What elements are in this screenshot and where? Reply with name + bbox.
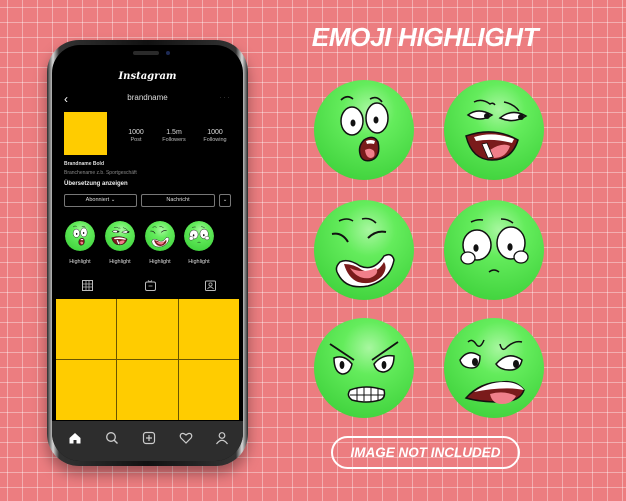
sad-face-emoji-icon: [444, 200, 544, 300]
profile-tabs: [52, 280, 243, 294]
more-options-icon[interactable]: ···: [219, 92, 231, 102]
post-thumbnail[interactable]: [56, 299, 117, 359]
message-button[interactable]: Nachricht: [141, 194, 215, 207]
search-icon[interactable]: [105, 431, 119, 445]
highlight-item[interactable]: Highlight: [144, 221, 176, 265]
phone-screen: Instagram ‹ brandname ··· 1000 Post 1.5m…: [52, 45, 243, 461]
post-thumbnail[interactable]: [117, 360, 178, 420]
reels-icon[interactable]: [145, 280, 156, 291]
profile-avatar[interactable]: [64, 112, 107, 155]
shocked-face-emoji-icon: [314, 80, 414, 180]
highlight-laughing-face-icon: [145, 221, 175, 251]
tagged-icon[interactable]: [205, 280, 216, 291]
add-post-icon[interactable]: [142, 431, 156, 445]
angry-face-emoji-icon: [314, 318, 414, 418]
highlight-item[interactable]: Highlight: [104, 221, 136, 265]
stat-value: 1.5m: [166, 129, 182, 136]
instagram-logo: Instagram: [118, 71, 177, 82]
stat-posts[interactable]: 1000 Post: [116, 129, 156, 143]
following-button[interactable]: Abonniert ⌄: [64, 194, 137, 207]
highlight-sad-face-icon: [184, 221, 214, 251]
highlight-shocked-face-icon: [65, 221, 95, 251]
bottom-nav-bar: [52, 421, 243, 461]
highlight-item[interactable]: Highlight: [183, 221, 215, 265]
stat-followers[interactable]: 1.5m Followers: [154, 129, 194, 143]
home-icon[interactable]: [68, 431, 82, 445]
highlight-smug-face-icon: [105, 221, 135, 251]
bio-category: Branchename z.b. Sportgeschäft: [64, 170, 137, 176]
translate-link[interactable]: Übersetzung anzeigen: [64, 181, 128, 187]
phone-camera: [166, 51, 170, 55]
laughing-face-emoji-icon: [314, 200, 414, 300]
profile-topbar: ‹ brandname ···: [52, 92, 243, 106]
bio-name: Brandname Bold: [64, 161, 105, 167]
grid-icon[interactable]: [82, 280, 93, 291]
highlight-label: Highlight: [69, 259, 91, 265]
post-thumbnail[interactable]: [56, 360, 117, 420]
stat-value: 1000: [207, 129, 223, 136]
post-thumbnail[interactable]: [117, 299, 178, 359]
post-thumbnail[interactable]: [178, 360, 239, 420]
profile-icon[interactable]: [215, 431, 229, 445]
highlight-label: Highlight: [109, 259, 131, 265]
disgusted-face-emoji-icon: [444, 318, 544, 418]
smug-face-emoji-icon: [444, 80, 544, 180]
stat-label: Following: [203, 137, 227, 143]
highlight-item[interactable]: Highlight: [64, 221, 96, 265]
phone-speaker: [133, 51, 159, 55]
stat-label: Post: [130, 137, 142, 143]
heart-icon[interactable]: [179, 431, 193, 445]
posts-grid: [56, 299, 239, 420]
highlight-label: Highlight: [188, 259, 210, 265]
stat-following[interactable]: 1000 Following: [195, 129, 235, 143]
stat-value: 1000: [128, 129, 144, 136]
stat-label: Followers: [162, 137, 186, 143]
image-not-included-badge: IMAGE NOT INCLUDED: [331, 436, 520, 469]
highlight-label: Highlight: [149, 259, 171, 265]
post-thumbnail[interactable]: [178, 299, 239, 359]
banner-title: EMOJI HIGHLIGHT: [311, 22, 539, 52]
profile-username: brandname: [127, 93, 168, 102]
suggested-dropdown-button[interactable]: ⌄: [219, 194, 231, 207]
phone-mockup: Instagram ‹ brandname ··· 1000 Post 1.5m…: [47, 40, 248, 466]
